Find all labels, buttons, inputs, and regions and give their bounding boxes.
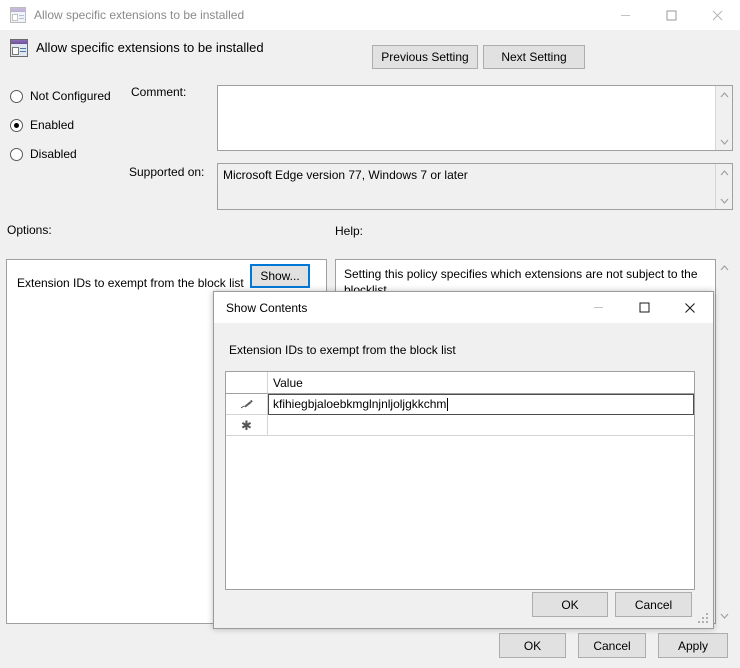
radio-indicator: [10, 147, 23, 161]
help-label: Help:: [335, 224, 364, 238]
scroll-up-icon[interactable]: [716, 259, 733, 276]
dialog-title: Show Contents: [226, 300, 308, 315]
dialog-cancel-button[interactable]: Cancel: [615, 592, 692, 617]
next-setting-button[interactable]: Next Setting: [483, 45, 585, 69]
show-button[interactable]: Show...: [250, 264, 310, 288]
radio-label: Enabled: [30, 118, 75, 132]
grid-header-row: Value: [226, 372, 694, 394]
radio-indicator: [10, 89, 23, 103]
option-setting-label: Extension IDs to exempt from the block l…: [17, 276, 244, 290]
new-row-asterisk-icon: ✱: [226, 415, 268, 436]
maximize-icon[interactable]: [648, 0, 694, 30]
radio-label: Not Configured: [30, 89, 111, 103]
window-controls: [602, 0, 740, 30]
scroll-down-icon[interactable]: [716, 192, 733, 209]
cancel-button[interactable]: Cancel: [578, 633, 646, 658]
scroll-up-icon[interactable]: [716, 164, 733, 181]
apply-button[interactable]: Apply: [658, 633, 728, 658]
close-icon[interactable]: [694, 0, 740, 30]
text-caret: [447, 397, 449, 411]
supported-on-field: Microsoft Edge version 77, Windows 7 or …: [217, 163, 733, 210]
radio-label: Disabled: [30, 147, 77, 161]
policy-window-icon: [10, 7, 26, 23]
dialog-maximize-icon[interactable]: [621, 292, 667, 323]
table-row-new[interactable]: ✱: [226, 415, 694, 436]
supported-on-scrollbar[interactable]: [715, 164, 732, 209]
resize-grip[interactable]: [698, 613, 710, 625]
radio-not-configured[interactable]: Not Configured: [10, 89, 111, 103]
setting-header: Allow specific extensions to be installe…: [0, 30, 740, 76]
ok-button[interactable]: OK: [499, 633, 566, 658]
comment-scrollbar[interactable]: [715, 86, 732, 150]
scroll-down-icon[interactable]: [716, 607, 733, 624]
window-titlebar: Allow specific extensions to be installe…: [0, 0, 740, 30]
radio-disabled[interactable]: Disabled: [10, 147, 77, 161]
dialog-titlebar: Show Contents: [214, 292, 713, 323]
dialog-close-icon[interactable]: [667, 292, 713, 323]
dialog-window-controls: [575, 292, 713, 323]
options-label: Options:: [7, 223, 52, 237]
minimize-icon[interactable]: [602, 0, 648, 30]
previous-setting-button[interactable]: Previous Setting: [372, 45, 478, 69]
supported-on-label: Supported on:: [129, 165, 205, 179]
comment-field[interactable]: [217, 85, 733, 151]
value-cell-empty[interactable]: [268, 415, 694, 436]
dialog-minimize-icon[interactable]: [575, 292, 621, 323]
grid-header-indicator: [226, 372, 268, 394]
row-edit-pencil-icon: [226, 394, 268, 415]
policy-setting-icon: [10, 39, 28, 57]
scroll-up-icon[interactable]: [716, 86, 733, 103]
table-row[interactable]: kfihiegbjaloebkmglnjnljoljgkkchm: [226, 394, 694, 415]
dialog-sublabel: Extension IDs to exempt from the block l…: [229, 343, 456, 357]
window-title: Allow specific extensions to be installe…: [34, 8, 245, 22]
value-cell-input[interactable]: kfihiegbjaloebkmglnjnljoljgkkchm: [268, 394, 694, 415]
supported-on-value: Microsoft Edge version 77, Windows 7 or …: [218, 164, 715, 209]
radio-enabled[interactable]: Enabled: [10, 118, 74, 132]
radio-indicator: [10, 118, 23, 132]
show-contents-dialog: Show Contents Extension IDs to exempt fr…: [213, 291, 714, 629]
help-scrollbar[interactable]: [716, 259, 733, 624]
scroll-down-icon[interactable]: [716, 133, 733, 150]
page-title: Allow specific extensions to be installe…: [36, 40, 264, 55]
value-cell-text: kfihiegbjaloebkmglnjnljoljgkkchm: [273, 397, 447, 411]
group-policy-setting-window: Allow specific extensions to be installe…: [0, 0, 740, 668]
comment-value[interactable]: [218, 86, 715, 150]
values-grid[interactable]: Value kfihiegbjaloebkmglnjnljoljgkkchm ✱: [225, 371, 695, 590]
dialog-ok-button[interactable]: OK: [532, 592, 608, 617]
grid-header-value: Value: [268, 372, 694, 394]
comment-label: Comment:: [131, 85, 187, 99]
